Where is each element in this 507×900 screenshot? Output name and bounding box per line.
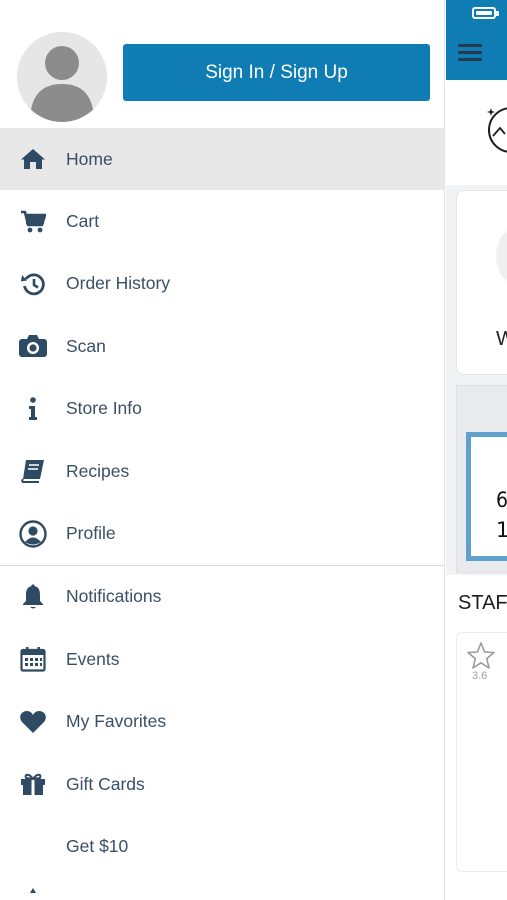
background-app-screen: W 6 1 STAF 3.6	[446, 0, 507, 900]
menu-item-recipes[interactable]: Recipes	[0, 440, 444, 502]
camera-icon	[18, 331, 48, 361]
featured-text-line1: 6	[496, 488, 507, 512]
menu-item-get-10[interactable]: Get $10	[0, 815, 444, 877]
book-icon	[18, 456, 48, 486]
cart-icon	[18, 207, 48, 237]
menu-item-home[interactable]: Home	[0, 128, 444, 191]
menu-item-label: Store Info	[66, 398, 142, 419]
menu-item-label: Gift Cards	[66, 773, 145, 794]
menu-item-label: Get $10	[66, 835, 129, 856]
app-header	[446, 0, 507, 80]
user-circle-icon	[18, 519, 48, 549]
bell-icon	[18, 582, 48, 612]
section-title: STAF	[458, 592, 507, 614]
menu-item-label: Order History	[66, 273, 171, 294]
navigation-drawer: Sign In / Sign Up Home Cart Order Histor…	[0, 0, 445, 900]
menu-item-partial[interactable]	[0, 878, 444, 900]
menu-item-order-history[interactable]: Order History	[0, 253, 444, 315]
menu-item-notifications[interactable]: Notifications	[0, 566, 444, 628]
info-icon	[18, 394, 48, 424]
heart-icon	[18, 707, 48, 737]
menu-item-label: Events	[66, 648, 120, 669]
hamburger-menu-icon[interactable]	[458, 42, 484, 62]
menu-item-label: Cart	[66, 211, 100, 232]
promo-card-title: W	[496, 328, 507, 350]
menu-item-scan[interactable]: Scan	[0, 315, 444, 377]
battery-icon	[472, 7, 496, 19]
avatar[interactable]	[17, 32, 107, 122]
menu-item-gift-cards[interactable]: Gift Cards	[0, 753, 444, 815]
menu-item-label: Recipes	[66, 460, 130, 481]
menu-item-label: Profile	[66, 523, 116, 544]
partial-icon	[18, 878, 48, 900]
calendar-icon	[18, 644, 48, 674]
battery-tip	[496, 11, 499, 16]
menu-item-events[interactable]: Events	[0, 628, 444, 690]
featured-text-line2: 1	[496, 518, 507, 542]
drawer-menu: Home Cart Order History Scan Store Info …	[0, 128, 444, 900]
default-avatar-icon	[17, 32, 107, 122]
home-icon	[18, 144, 48, 174]
menu-item-my-favorites[interactable]: My Favorites	[0, 691, 444, 753]
star-icon[interactable]	[466, 641, 496, 671]
history-icon	[18, 269, 48, 299]
rating-value: 3.6	[472, 670, 488, 682]
menu-item-label: Notifications	[66, 586, 162, 607]
menu-item-store-info[interactable]: Store Info	[0, 378, 444, 440]
drawer-header: Sign In / Sign Up	[0, 0, 444, 128]
menu-item-profile[interactable]: Profile	[0, 502, 444, 564]
sign-in-sign-up-button[interactable]: Sign In / Sign Up	[123, 44, 430, 101]
gift-icon	[18, 769, 48, 799]
menu-item-label: Scan	[66, 335, 106, 356]
store-logo-icon	[487, 107, 507, 153]
menu-item-cart[interactable]: Cart	[0, 190, 444, 252]
menu-item-label: Home	[66, 148, 113, 169]
menu-item-label: My Favorites	[66, 711, 167, 732]
